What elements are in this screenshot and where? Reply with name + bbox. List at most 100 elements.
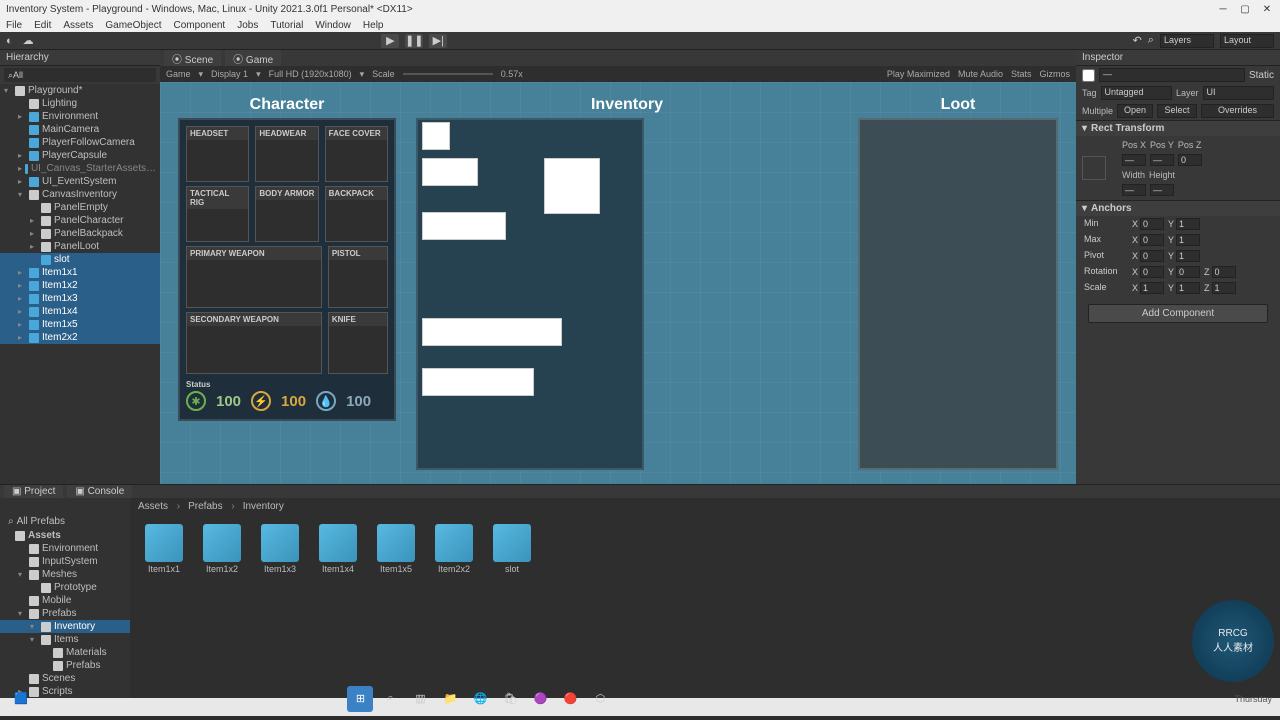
layout-dropdown[interactable]: Layout [1220,34,1274,48]
asset-item1x4[interactable]: Item1x4 [314,524,362,574]
slot-secondary[interactable]: Secondary Weapon [186,312,322,374]
explorer-icon[interactable]: 📁 [437,686,463,712]
posy-input[interactable] [1150,154,1174,166]
item-2x2[interactable] [544,158,600,214]
hierarchy-item[interactable]: ▸PanelLoot [0,240,160,253]
edge-icon[interactable]: 🌐 [467,686,493,712]
menu-gameobject[interactable]: GameObject [105,20,161,31]
project-tree-item[interactable]: InputSystem [0,555,130,568]
hierarchy-item[interactable]: MainCamera [0,123,160,136]
asset-slot[interactable]: slot [488,524,536,574]
posz-input[interactable] [1178,154,1202,166]
pause-button[interactable]: ❚❚ [405,34,423,48]
layers-dropdown[interactable]: Layers [1160,34,1214,48]
slot-headwear[interactable]: Headwear [255,126,318,182]
project-tree-item[interactable]: ▾Items [0,633,130,646]
item-1x5[interactable] [422,318,562,346]
windows-icon[interactable]: ⊞ [347,686,373,712]
project-tree-item[interactable]: Prototype [0,581,130,594]
slot-pistol[interactable]: Pistol [328,246,388,308]
overrides-dropdown[interactable]: Overrides [1201,104,1274,118]
menu-assets[interactable]: Assets [63,20,93,31]
slot-facecover[interactable]: Face Cover [325,126,388,182]
vp-play-maximized[interactable]: Play Maximized [887,69,950,79]
search-icon[interactable]: ⌕ [1148,34,1154,47]
close-button[interactable]: ✕ [1260,2,1274,16]
hierarchy-item[interactable]: ▸Item1x2 [0,279,160,292]
hierarchy-item[interactable]: ▸Environment [0,110,160,123]
project-tree-item[interactable]: Prefabs [0,659,130,672]
account-icon[interactable]: ◐ [6,35,13,47]
anchor-preset[interactable] [1082,156,1106,180]
item-1x2[interactable] [422,158,478,186]
tab-project[interactable]: ▣ Project [4,485,63,498]
vscode-icon[interactable]: 🟣 [527,686,553,712]
open-button[interactable]: Open [1117,104,1153,118]
opera-icon[interactable]: 🔴 [557,686,583,712]
scale-slider[interactable] [403,73,493,75]
select-button[interactable]: Select [1157,104,1197,118]
asset-item2x2[interactable]: Item2x2 [430,524,478,574]
item-1x4[interactable] [422,368,534,396]
hierarchy-item[interactable]: PlayerFollowCamera [0,136,160,149]
slot-bodyarmor[interactable]: Body Armor [255,186,318,242]
resolution-dropdown[interactable]: Full HD (1920x1080) [269,69,352,79]
add-component-button[interactable]: Add Component [1088,304,1268,323]
store-icon[interactable]: 🛍 [497,686,523,712]
hierarchy-item[interactable]: ▾CanvasInventory [0,188,160,201]
slot-tacticalrig[interactable]: Tactical Rig [186,186,249,242]
hierarchy-item[interactable]: Lighting [0,97,160,110]
step-button[interactable]: ▶| [429,34,447,48]
anchors-header[interactable]: ▾ Anchors [1076,200,1280,216]
asset-item1x2[interactable]: Item1x2 [198,524,246,574]
hierarchy-item[interactable]: ▸PanelCharacter [0,214,160,227]
breadcrumb-item[interactable]: Inventory [243,501,290,512]
vp-mute-audio[interactable]: Mute Audio [958,69,1003,79]
maximize-button[interactable]: ▢ [1238,2,1252,16]
project-tree-item[interactable]: Mobile [0,594,130,607]
slot-knife[interactable]: Knife [328,312,388,374]
undo-icon[interactable]: ↶ [1133,34,1142,47]
hierarchy-item[interactable]: ▸Item2x2 [0,331,160,344]
active-checkbox[interactable] [1082,69,1095,82]
search-taskbar-icon[interactable]: ⌕ [377,686,403,712]
hierarchy-item[interactable]: ▸Item1x4 [0,305,160,318]
project-tree-item[interactable]: Materials [0,646,130,659]
hierarchy-item[interactable]: ▸Item1x5 [0,318,160,331]
project-tree-item[interactable]: ▾Meshes [0,568,130,581]
breadcrumb-item[interactable]: Prefabs [188,501,235,512]
hierarchy-item[interactable]: PanelEmpty [0,201,160,214]
hierarchy-item[interactable]: ▸Item1x1 [0,266,160,279]
static-label[interactable]: Static [1249,70,1274,81]
menu-file[interactable]: File [6,20,22,31]
slot-backpack[interactable]: Backpack [325,186,388,242]
game-dropdown[interactable]: Game [166,69,191,79]
play-button[interactable]: ▶ [381,34,399,48]
height-input[interactable] [1150,184,1174,196]
slot-primary[interactable]: Primary Weapon [186,246,322,308]
project-tree-item[interactable]: ▾Prefabs [0,607,130,620]
asset-item1x3[interactable]: Item1x3 [256,524,304,574]
vp-gizmos[interactable]: Gizmos [1039,69,1070,79]
hierarchy-item[interactable]: ▸Item1x3 [0,292,160,305]
item-1x3[interactable] [422,212,506,240]
project-tree-item[interactable]: Assets [0,529,130,542]
name-field[interactable]: — [1099,68,1245,82]
menu-edit[interactable]: Edit [34,20,51,31]
start-icon[interactable]: 🟦 [8,686,34,712]
tab-console[interactable]: ▣ Console [67,485,132,498]
menu-jobs[interactable]: Jobs [237,20,258,31]
unity-icon[interactable]: ⬡ [587,686,613,712]
tag-dropdown[interactable]: Untagged [1101,86,1172,100]
breadcrumb-item[interactable]: Assets [138,501,180,512]
vp-stats[interactable]: Stats [1011,69,1032,79]
project-tree-item[interactable]: Environment [0,542,130,555]
asset-item1x1[interactable]: Item1x1 [140,524,188,574]
scene-root[interactable]: ▾Playground* [0,84,160,97]
asset-item1x5[interactable]: Item1x5 [372,524,420,574]
width-input[interactable] [1122,184,1146,196]
project-search[interactable]: ⌕ All Prefabs [0,514,130,529]
menu-tutorial[interactable]: Tutorial [270,20,303,31]
layer-dropdown[interactable]: UI [1203,86,1274,100]
project-tree-item[interactable]: ▾Inventory [0,620,130,633]
